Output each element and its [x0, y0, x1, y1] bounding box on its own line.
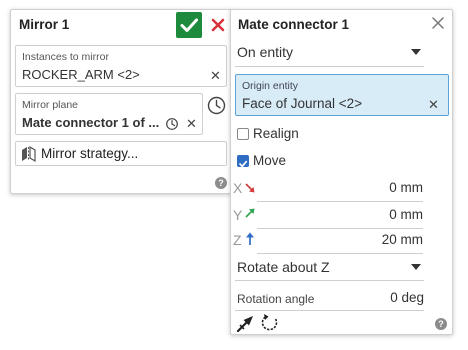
chevron-down-icon [411, 264, 421, 270]
realign-checkbox[interactable] [237, 128, 249, 140]
move-label: Move [253, 153, 287, 168]
mate-connector-title: Mate connector 1 [238, 17, 350, 32]
origin-entity-field[interactable]: Origin entity Face of Journal <2> ✕ [235, 74, 449, 116]
mate-connector-dialog: Mate connector 1 On entity Origin entity… [230, 9, 453, 335]
placement-type-select[interactable]: On entity [235, 40, 424, 64]
mirror-strategy-button[interactable]: Mirror strategy... [15, 141, 227, 166]
rotation-angle-label: Rotation angle [237, 292, 315, 306]
accept-button[interactable] [176, 12, 202, 38]
clear-mirror-plane-icon[interactable]: ✕ [186, 117, 197, 130]
y-offset-value: 0 mm [389, 207, 423, 222]
z-offset-value: 20 mm [381, 232, 423, 247]
x-axis-label: X [233, 180, 243, 196]
x-direction-arrow-icon [245, 183, 255, 193]
close-red-icon [211, 18, 225, 32]
chevron-down-icon [411, 49, 421, 55]
cancel-button[interactable] [208, 15, 228, 35]
instances-label: Instances to mirror [22, 51, 109, 63]
rotate-select-underline [235, 280, 424, 281]
mirror-help-icon[interactable]: ? [215, 177, 227, 189]
rotation-angle-value: 0 deg [390, 290, 424, 305]
z-input-underline [257, 253, 423, 254]
z-direction-arrow-icon [246, 232, 254, 245]
realign-label: Realign [253, 126, 299, 141]
origin-entity-value: Face of Journal <2> [242, 96, 363, 111]
mirror-plane-field[interactable]: Mirror plane Mate connector 1 of ... ✕ [15, 93, 203, 135]
y-axis-label: Y [233, 207, 243, 223]
checkmark-icon [180, 18, 198, 32]
y-direction-arrow-icon [245, 208, 255, 218]
clear-instances-icon[interactable]: ✕ [210, 69, 221, 82]
mate-help-icon[interactable]: ? [435, 318, 447, 330]
select-underline [235, 66, 424, 67]
x-offset-input[interactable]: 0 mm [257, 177, 423, 199]
rotation-input-underline [235, 310, 424, 311]
y-offset-input[interactable]: 0 mm [257, 204, 423, 226]
mirror-dialog-title: Mirror 1 [19, 17, 70, 32]
mirror-plane-label: Mirror plane [22, 99, 79, 111]
close-icon [432, 17, 444, 29]
mirror-feature-dialog: Mirror 1 Instances to mirror ROCKER_ARM … [10, 9, 232, 194]
history-clock-icon[interactable] [165, 117, 179, 131]
x-input-underline [257, 201, 423, 202]
z-axis-label: Z [233, 232, 242, 248]
clear-origin-entity-icon[interactable]: ✕ [428, 98, 439, 111]
instances-to-mirror-field[interactable]: Instances to mirror ROCKER_ARM <2> ✕ [15, 45, 227, 87]
rotation-axis-value: Rotate about Z [237, 259, 330, 275]
z-offset-input[interactable]: 20 mm [257, 229, 423, 251]
rotation-angle-input[interactable]: Rotation angle 0 deg [235, 289, 424, 309]
mirror-plane-value: Mate connector 1 of ... [22, 115, 160, 130]
mirror-strategy-label: Mirror strategy... [41, 146, 139, 161]
rotation-axis-select[interactable]: Rotate about Z [235, 255, 424, 279]
flip-primary-axis-icon[interactable] [236, 313, 256, 333]
close-dialog-button[interactable] [430, 15, 446, 31]
checkmark-icon [239, 160, 248, 168]
reorient-secondary-axis-icon[interactable] [260, 313, 280, 333]
x-offset-value: 0 mm [389, 180, 423, 195]
instances-value: ROCKER_ARM <2> [22, 67, 140, 82]
move-checkbox[interactable] [237, 155, 249, 168]
mirror-plane-history-icon[interactable] [207, 96, 226, 115]
mirror-strategy-icon [22, 145, 36, 163]
placement-type-value: On entity [237, 44, 294, 60]
origin-entity-label: Origin entity [242, 80, 299, 92]
